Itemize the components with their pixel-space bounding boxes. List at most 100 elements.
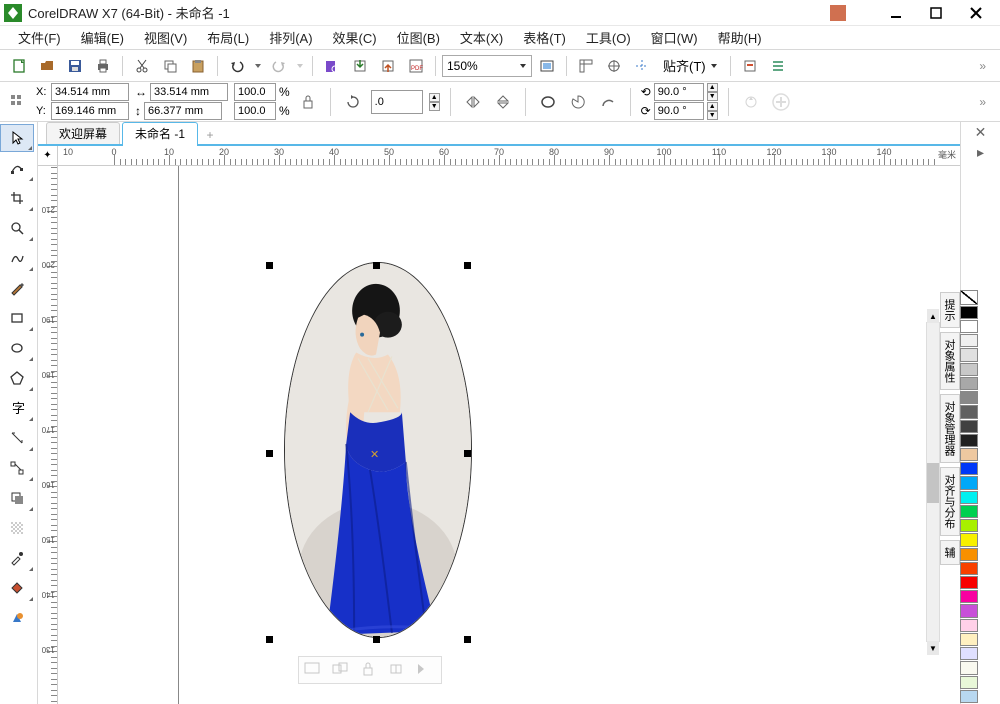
- expand-docker-icon[interactable]: ▸: [961, 142, 1000, 162]
- menu-help[interactable]: 帮助(H): [708, 26, 772, 49]
- cut-button[interactable]: [129, 53, 155, 79]
- end-angle-input[interactable]: [654, 102, 704, 120]
- transparency-tool[interactable]: [0, 514, 34, 542]
- minimize-button[interactable]: [876, 3, 916, 23]
- redo-button[interactable]: [266, 53, 292, 79]
- color-swatch[interactable]: [960, 363, 978, 376]
- drop-shadow-tool[interactable]: [0, 484, 34, 512]
- color-swatch[interactable]: [960, 590, 978, 603]
- color-swatch[interactable]: [960, 562, 978, 575]
- start-angle-input[interactable]: [654, 83, 704, 101]
- no-color-swatch[interactable]: [960, 290, 978, 305]
- artistic-media-tool[interactable]: [0, 274, 34, 302]
- add-button[interactable]: [769, 90, 793, 114]
- color-swatch[interactable]: [960, 348, 978, 361]
- docker-object-properties[interactable]: 对象属性: [940, 332, 960, 390]
- menu-effects[interactable]: 效果(C): [323, 26, 387, 49]
- menu-tools[interactable]: 工具(O): [576, 26, 641, 49]
- color-swatch[interactable]: [960, 420, 978, 433]
- new-button[interactable]: [6, 53, 32, 79]
- menu-edit[interactable]: 编辑(E): [71, 26, 134, 49]
- menu-window[interactable]: 窗口(W): [641, 26, 708, 49]
- scroll-down-button[interactable]: ▼: [927, 641, 939, 655]
- close-button[interactable]: [956, 3, 996, 23]
- show-rulers-button[interactable]: [573, 53, 599, 79]
- tab-document[interactable]: 未命名 -1: [122, 122, 198, 144]
- width-input[interactable]: [150, 83, 228, 101]
- rotation-input[interactable]: [371, 90, 423, 114]
- fullscreen-preview-button[interactable]: [534, 53, 560, 79]
- toolbar-overflow-icon[interactable]: »: [969, 59, 994, 73]
- y-position-input[interactable]: [51, 102, 129, 120]
- color-swatch[interactable]: [960, 661, 978, 674]
- undo-dropdown[interactable]: [252, 53, 264, 79]
- menu-bitmap[interactable]: 位图(B): [387, 26, 450, 49]
- color-swatch[interactable]: [960, 405, 978, 418]
- print-button[interactable]: [90, 53, 116, 79]
- add-tab-button[interactable]: +: [200, 126, 220, 144]
- menu-arrange[interactable]: 排列(A): [259, 26, 322, 49]
- color-swatch[interactable]: [960, 391, 978, 404]
- propbar-overflow-icon[interactable]: »: [969, 95, 994, 109]
- parallel-dimension-tool[interactable]: [0, 424, 34, 452]
- show-guidelines-button[interactable]: [629, 53, 655, 79]
- tab-welcome[interactable]: 欢迎屏幕: [46, 122, 120, 144]
- close-docker-icon[interactable]: ✕: [961, 122, 1000, 142]
- search-content-button[interactable]: [319, 53, 345, 79]
- pick-tool[interactable]: [0, 124, 34, 152]
- docker-align-distribute[interactable]: 对齐与分布: [940, 467, 960, 536]
- text-tool[interactable]: 字: [0, 394, 34, 422]
- docker-more[interactable]: 辅: [940, 540, 960, 565]
- mirror-vertical-button[interactable]: [491, 90, 515, 114]
- color-swatch[interactable]: [960, 491, 978, 504]
- ellipse-tool[interactable]: [0, 334, 34, 362]
- selection-handle[interactable]: [266, 450, 273, 457]
- ellipse-icon[interactable]: [536, 90, 560, 114]
- color-swatch[interactable]: [960, 533, 978, 546]
- vertical-ruler[interactable]: 220210200190180170160150140130: [38, 146, 58, 704]
- menu-text[interactable]: 文本(X): [450, 26, 513, 49]
- color-swatch[interactable]: [960, 320, 978, 333]
- app-launcher-button[interactable]: [765, 53, 791, 79]
- color-swatch[interactable]: [960, 519, 978, 532]
- rotation-spinner[interactable]: ▲▼: [429, 93, 440, 111]
- selection-handle[interactable]: [373, 262, 380, 269]
- docker-hints[interactable]: 提示: [940, 292, 960, 328]
- paste-button[interactable]: [185, 53, 211, 79]
- options-button[interactable]: [737, 53, 763, 79]
- height-input[interactable]: [144, 102, 222, 120]
- edit-powerclip-button[interactable]: [303, 661, 325, 679]
- smart-fill-tool[interactable]: [0, 604, 34, 632]
- undo-button[interactable]: [224, 53, 250, 79]
- color-swatch[interactable]: [960, 576, 978, 589]
- color-swatch[interactable]: [960, 633, 978, 646]
- selection-handle[interactable]: [464, 262, 471, 269]
- zoom-level-select[interactable]: 150%: [442, 55, 532, 77]
- import-button[interactable]: [347, 53, 373, 79]
- vertical-scrollbar[interactable]: ▲ ▼: [926, 322, 940, 642]
- selection-handle[interactable]: [266, 636, 273, 643]
- show-grid-button[interactable]: [601, 53, 627, 79]
- color-swatch[interactable]: [960, 647, 978, 660]
- scale-x-input[interactable]: [234, 83, 276, 101]
- color-swatch[interactable]: [960, 434, 978, 447]
- freehand-tool[interactable]: [0, 244, 34, 272]
- menu-layout[interactable]: 布局(L): [197, 26, 259, 49]
- maximize-button[interactable]: [916, 3, 956, 23]
- canvas[interactable]: ✕: [58, 166, 960, 704]
- eyedropper-tool[interactable]: [0, 544, 34, 572]
- shape-tool[interactable]: [0, 154, 34, 182]
- pie-icon[interactable]: [566, 90, 590, 114]
- open-button[interactable]: [34, 53, 60, 79]
- snap-to-dropdown[interactable]: 贴齐(T): [657, 56, 724, 75]
- color-swatch[interactable]: [960, 604, 978, 617]
- polygon-tool[interactable]: [0, 364, 34, 392]
- menu-file[interactable]: 文件(F): [8, 26, 71, 49]
- color-swatch[interactable]: [960, 462, 978, 475]
- connector-tool[interactable]: [0, 454, 34, 482]
- direction-button[interactable]: [739, 90, 763, 114]
- lock-contents-button[interactable]: [359, 661, 381, 679]
- user-account-icon[interactable]: [830, 5, 846, 21]
- selection-handle[interactable]: [464, 636, 471, 643]
- color-swatch[interactable]: [960, 476, 978, 489]
